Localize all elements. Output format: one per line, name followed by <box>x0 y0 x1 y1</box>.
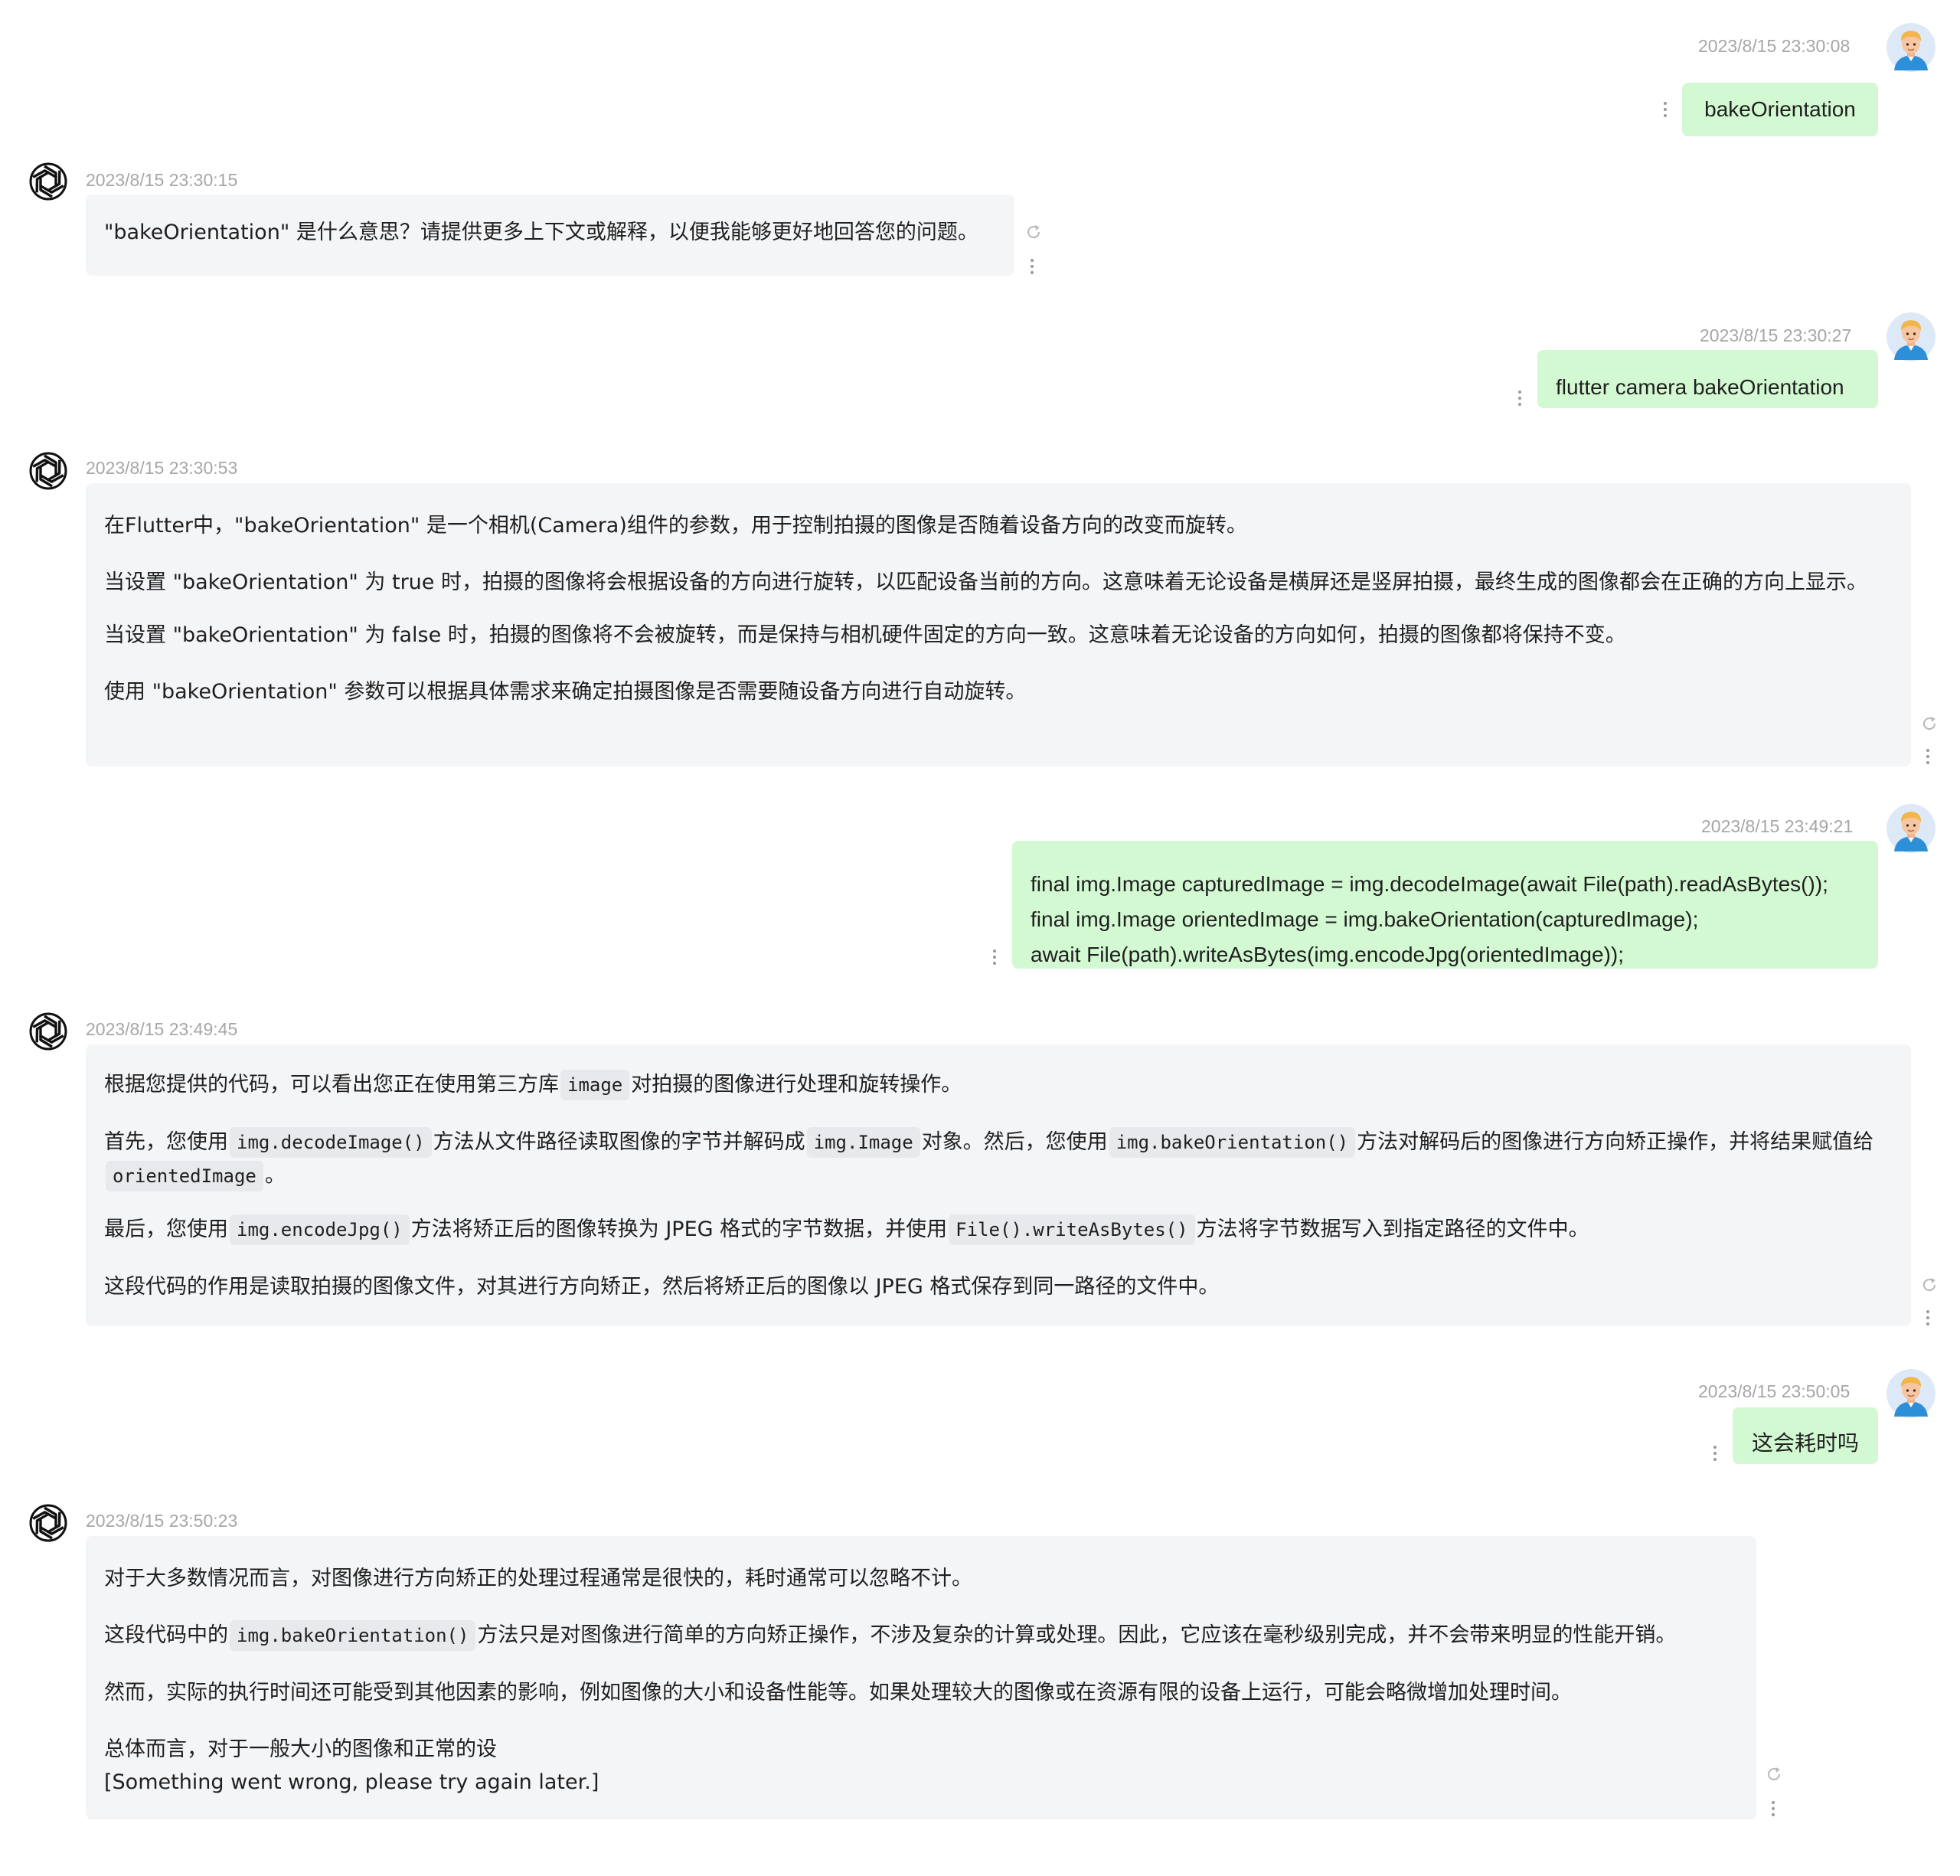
assistant-message-bubble: "bakeOrientation" 是什么意思？请提供更多上下文或解释，以便我能… <box>86 194 1014 276</box>
code-line: await File(path).writeAsBytes(img.encode… <box>1031 943 1624 966</box>
code-line: final img.Image capturedImage = img.deco… <box>1031 872 1828 896</box>
refresh-icon[interactable] <box>1766 1766 1782 1783</box>
timestamp: 2023/8/15 23:50:05 <box>1698 1381 1851 1401</box>
more-vertical-icon[interactable] <box>1772 1801 1776 1819</box>
user-avatar <box>1886 312 1936 361</box>
timestamp: 2023/8/15 23:30:08 <box>1698 36 1851 56</box>
message-text: bakeOrientation <box>1704 97 1856 121</box>
more-vertical-icon[interactable] <box>1713 1446 1718 1464</box>
inline-code: img.decodeImage() <box>230 1127 432 1158</box>
error-message: [Something went wrong, please try again … <box>104 1770 599 1794</box>
paragraph: 在Flutter中，"bakeOrientation" 是一个相机(Camera… <box>104 514 1247 538</box>
code-line: final img.Image orientedImage = img.bake… <box>1031 907 1699 931</box>
openai-logo-icon <box>26 1501 70 1545</box>
assistant-message-bubble: 对于大多数情况而言，对图像进行方向矫正的处理过程通常是很快的，耗时通常可以忽略不… <box>86 1536 1756 1819</box>
paragraph: 首先，您使用 img.decodeImage() 方法从文件路径读取图像的字节并解码… <box>104 1126 1893 1193</box>
inline-code: File().writeAsBytes() <box>949 1214 1195 1245</box>
openai-logo-icon <box>26 449 70 493</box>
timestamp: 2023/8/15 23:50:23 <box>86 1511 238 1531</box>
timestamp: 2023/8/15 23:49:45 <box>86 1019 238 1039</box>
user-message-bubble: final img.Image capturedImage = img.deco… <box>1012 841 1878 969</box>
paragraph: 这段代码中的 img.bakeOrientation() 方法只是对图像进行简单的方… <box>104 1619 1738 1652</box>
paragraph: 这段代码的作用是读取拍摄的图像文件，对其进行方向矫正，然后将矫正后的图像以 JP… <box>104 1275 1220 1299</box>
inline-code: orientedImage <box>106 1161 263 1191</box>
paragraph: 对于大多数情况而言，对图像进行方向矫正的处理过程通常是很快的，耗时通常可以忽略不… <box>104 1567 972 1590</box>
more-vertical-icon[interactable] <box>1031 259 1035 277</box>
assistant-message-bubble: 根据您提供的代码，可以看出您正在使用第三方库 image 对拍摄的图像进行处理和旋转… <box>86 1044 1911 1326</box>
inline-code: img.encodeJpg() <box>230 1214 410 1245</box>
user-avatar <box>1886 1369 1936 1418</box>
paragraph: 然而，实际的执行时间还可能受到其他因素的影响，例如图像的大小和设备性能等。如果处… <box>104 1681 1572 1704</box>
message-text: flutter camera bakeOrientation <box>1556 375 1844 399</box>
inline-code: image <box>560 1070 630 1100</box>
refresh-icon[interactable] <box>1921 1276 1938 1293</box>
openai-logo-icon <box>26 1009 70 1054</box>
message-text: 这会耗时吗 <box>1751 1431 1859 1455</box>
message-text: "bakeOrientation" 是什么意思？请提供更多上下文或解释，以便我能… <box>104 221 978 244</box>
paragraph: 最后，您使用 img.encodeJpg() 方法将矫正后的图像转换为 JPEG 格… <box>104 1213 1893 1247</box>
inline-code: img.bakeOrientation() <box>230 1620 476 1651</box>
more-vertical-icon[interactable] <box>993 949 998 968</box>
paragraph: 使用 "bakeOrientation" 参数可以根据具体需求来确定拍摄图像是否… <box>104 680 1027 704</box>
user-message-bubble: flutter camera bakeOrientation <box>1537 350 1878 408</box>
more-vertical-icon[interactable] <box>1518 391 1523 409</box>
timestamp: 2023/8/15 23:49:21 <box>1701 816 1854 836</box>
assistant-message-bubble: 在Flutter中，"bakeOrientation" 是一个相机(Camera… <box>86 483 1911 766</box>
user-avatar <box>1886 23 1936 72</box>
user-avatar <box>1886 804 1936 853</box>
paragraph: 当设置 "bakeOrientation" 为 true 时，拍摄的图像将会根据… <box>104 570 1867 594</box>
timestamp: 2023/8/15 23:30:53 <box>86 458 238 478</box>
paragraph: 总体而言，对于一般大小的图像和正常的设 [Something went wron… <box>104 1733 1738 1799</box>
refresh-icon[interactable] <box>1025 224 1042 240</box>
paragraph: 当设置 "bakeOrientation" 为 false 时，拍摄的图像将不会… <box>104 623 1626 647</box>
refresh-icon[interactable] <box>1921 715 1938 732</box>
more-vertical-icon[interactable] <box>1926 749 1931 767</box>
user-message-bubble: bakeOrientation <box>1682 83 1878 136</box>
openai-logo-icon <box>26 159 70 204</box>
user-message-bubble: 这会耗时吗 <box>1733 1407 1878 1464</box>
paragraph: 根据您提供的代码，可以看出您正在使用第三方库 image 对拍摄的图像进行处理和旋转… <box>104 1068 1893 1102</box>
timestamp: 2023/8/15 23:30:15 <box>86 170 238 190</box>
inline-code: img.bakeOrientation() <box>1109 1127 1356 1158</box>
more-vertical-icon[interactable] <box>1926 1310 1931 1329</box>
inline-code: img.Image <box>806 1127 920 1158</box>
timestamp: 2023/8/15 23:30:27 <box>1700 325 1852 345</box>
more-vertical-icon[interactable] <box>1664 102 1668 120</box>
